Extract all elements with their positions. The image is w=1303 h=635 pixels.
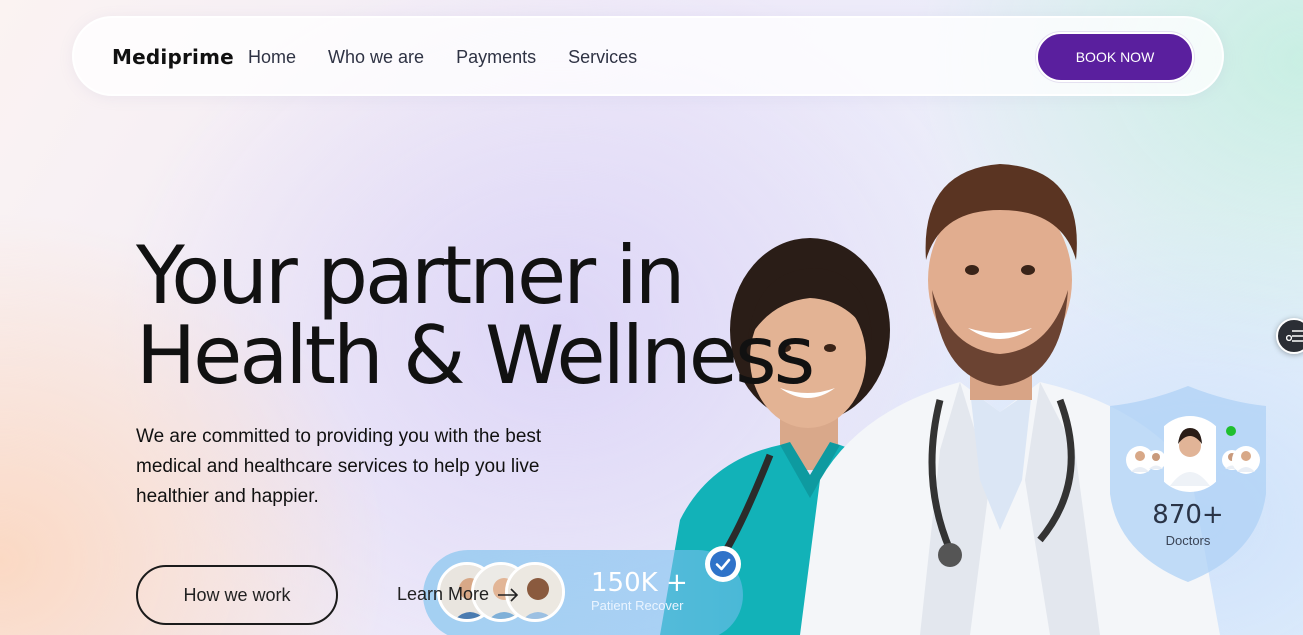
doctors-label: Doctors (1165, 533, 1211, 548)
doctor-avatar-small (1126, 446, 1166, 474)
book-now-button[interactable]: BOOK NOW (1036, 32, 1194, 82)
doctor-avatar-small (1222, 446, 1260, 474)
learn-more-link[interactable]: Learn More (397, 584, 519, 605)
verified-badge (705, 546, 741, 582)
hero-description: We are committed to providing you with t… (136, 426, 542, 507)
how-we-work-button[interactable]: How we work (136, 565, 338, 625)
patients-count: 150K + (591, 568, 688, 598)
hero-title-line-2: Health & Wellness (136, 309, 815, 402)
hero-title-line-1: Your partner in (136, 229, 685, 322)
doctors-count: 870+ (1152, 500, 1224, 530)
brand-logo[interactable]: Mediprime (112, 45, 234, 69)
nav-link-services[interactable]: Services (568, 47, 637, 68)
patients-label: Patient Recover (591, 598, 684, 613)
nav-links: Home Who we are Payments Services (248, 47, 637, 68)
navbar: Mediprime Home Who we are Payments Servi… (72, 16, 1224, 96)
online-status-dot (1226, 426, 1236, 436)
nav-link-home[interactable]: Home (248, 47, 296, 68)
settings-list-icon (1286, 330, 1303, 342)
doctor-avatar-main (1164, 416, 1216, 492)
nav-link-payments[interactable]: Payments (456, 47, 536, 68)
side-widget-button[interactable] (1276, 318, 1303, 354)
hero-title: Your partner in Health & Wellness (136, 236, 836, 396)
arrow-right-icon (498, 587, 519, 602)
check-icon (710, 551, 736, 577)
doctors-card: 870+ Doctors (1108, 384, 1268, 584)
learn-more-label: Learn More (397, 584, 490, 604)
nav-link-who-we-are[interactable]: Who we are (328, 47, 424, 68)
